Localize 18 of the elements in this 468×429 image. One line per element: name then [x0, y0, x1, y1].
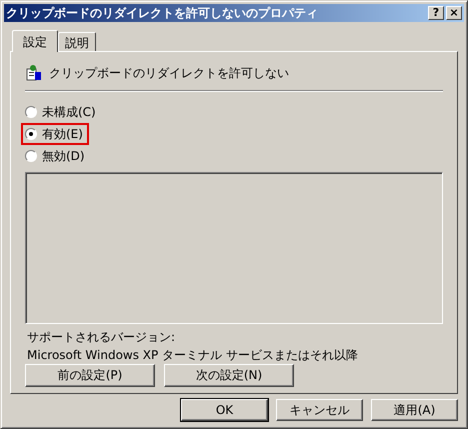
policy-icon [25, 64, 43, 82]
tab[interactable]: 設定 [12, 30, 58, 52]
radio-option[interactable]: 未構成(C) [21, 101, 102, 123]
policy-name: クリップボードのリダイレクトを許可しない [49, 64, 289, 82]
close-button[interactable]: × [446, 6, 462, 20]
radio-option[interactable]: 無効(D) [21, 145, 91, 167]
nav-button[interactable]: 次の設定(N) [164, 364, 294, 387]
tab[interactable]: 説明 [58, 32, 96, 51]
supported-label: サポートされるバージョン: [27, 329, 176, 342]
dialog-button[interactable]: キャンセル [276, 399, 363, 421]
help-button[interactable]: ? [428, 6, 444, 20]
dialog-button[interactable]: OK [181, 399, 268, 421]
radio-option[interactable]: 有効(E) [21, 123, 89, 145]
dialog-button[interactable]: 適用(A) [371, 399, 458, 421]
window-title: クリップボードのリダイレクトを許可しないのプロパティ [6, 4, 319, 22]
nav-button[interactable]: 前の設定(P) [25, 364, 155, 387]
supported-value: Microsoft Windows XP ターミナル サービスまたはそれ以降 [27, 347, 359, 360]
comment-box[interactable] [25, 172, 443, 324]
